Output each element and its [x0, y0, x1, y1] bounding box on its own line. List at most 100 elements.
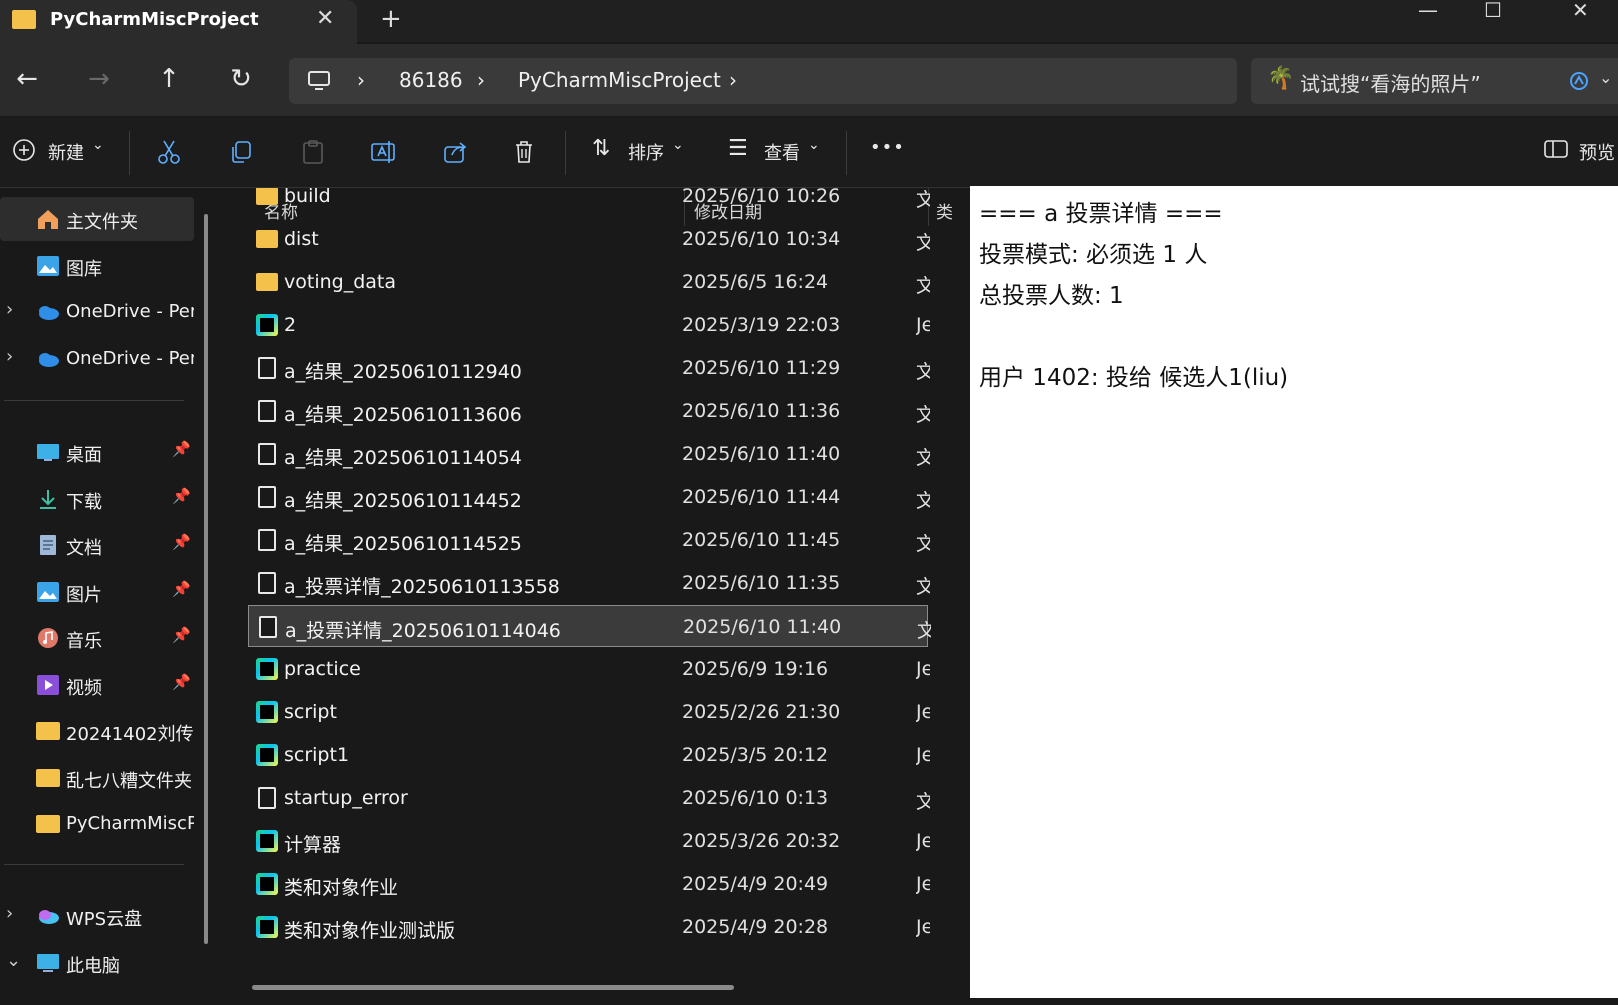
table-row[interactable]: 2 2025/3/19 22:03 Je	[248, 304, 930, 346]
sort-icon: ⇅	[592, 136, 611, 161]
preview-pane-icon	[1544, 140, 1568, 158]
sidebar-item-onedrive-2[interactable]: › OneDrive - Per	[0, 337, 194, 381]
file-date: 2025/6/10 11:29	[682, 357, 841, 379]
close-window-button[interactable]: ✕	[1572, 0, 1589, 22]
delete-icon[interactable]	[512, 139, 536, 165]
sidebar-item-label: WPS云盘	[66, 909, 143, 930]
paste-icon[interactable]	[300, 139, 326, 165]
file-type: Je	[916, 916, 930, 938]
tab-pycharmmiscproject[interactable]: PyCharmMiscProject ✕	[0, 0, 357, 44]
breadcrumb-86186[interactable]: 86186	[399, 68, 463, 92]
file-type: 文	[916, 447, 930, 469]
table-row[interactable]: a_结果_20250610114054 2025/6/10 11:40 文	[248, 433, 930, 475]
pin-icon[interactable]: 📌	[172, 673, 191, 691]
folder-icon	[256, 273, 278, 291]
file-type: Je	[916, 744, 930, 766]
forward-button[interactable]: →	[84, 64, 114, 94]
new-tab-button[interactable]: +	[380, 4, 402, 34]
table-row[interactable]: voting_data 2025/6/5 16:24 文	[248, 261, 930, 303]
breadcrumb-pycharmmiscproject[interactable]: PyCharmMiscProject	[518, 68, 721, 92]
table-row[interactable]: practice 2025/6/9 19:16 Je	[248, 648, 930, 690]
pin-icon[interactable]: 📌	[172, 533, 191, 551]
file-list: 名称 ⌃ 修改日期 类 build 2025/6/10 10:26 文 dist 202…	[224, 188, 952, 1005]
sidebar-item-folder-20241402[interactable]: 20241402刘传	[0, 709, 194, 753]
file-date: 2025/3/26 20:32	[682, 830, 841, 852]
chevron-right-icon[interactable]: ›	[6, 903, 13, 924]
pin-icon[interactable]: 📌	[172, 487, 191, 505]
copilot-icon[interactable]	[1568, 70, 1590, 92]
pin-icon[interactable]: 📌	[172, 440, 191, 458]
chevron-down-icon[interactable]: ⌄	[6, 950, 21, 971]
monitor-icon	[308, 71, 330, 90]
up-button[interactable]: ↑	[154, 64, 184, 94]
table-row[interactable]: a_结果_20250610112940 2025/6/10 11:29 文	[248, 347, 930, 389]
sidebar-item-onedrive-1[interactable]: › OneDrive - Per	[0, 290, 194, 334]
table-row[interactable]: script1 2025/3/5 20:12 Je	[248, 734, 930, 776]
pin-icon[interactable]: 📌	[172, 626, 191, 644]
table-row[interactable]: a_结果_20250610113606 2025/6/10 11:36 文	[248, 390, 930, 432]
folder-icon	[256, 230, 278, 248]
chevron-right-icon[interactable]: ›	[6, 299, 13, 320]
file-type: 文	[916, 361, 930, 383]
more-options-button[interactable]: •••	[870, 137, 905, 158]
plus-circle-icon	[13, 139, 35, 161]
sidebar-item-music[interactable]: 音乐 📌	[0, 616, 194, 660]
file-name: a_投票详情_20250610114046	[285, 620, 561, 642]
sidebar-item-downloads[interactable]: 下载 📌	[0, 477, 194, 521]
back-button[interactable]: ←	[12, 64, 42, 94]
table-row[interactable]: a_投票详情_20250610113558 2025/6/10 11:35 文	[248, 562, 930, 604]
text-file-icon	[258, 787, 276, 809]
table-row[interactable]: a_投票详情_20250610114046 2025/6/10 11:40 文	[248, 605, 931, 647]
sidebar-scrollbar[interactable]	[204, 214, 208, 944]
chevron-right-icon[interactable]: ›	[6, 346, 13, 367]
sidebar-item-home[interactable]: 主文件夹	[0, 197, 194, 241]
column-type-header[interactable]: 类	[936, 198, 952, 223]
sidebar-item-documents[interactable]: 文档 📌	[0, 523, 194, 567]
chevron-down-icon[interactable]: ⌄	[1599, 68, 1612, 87]
list-view-icon: ☰	[728, 136, 748, 161]
text-file-icon	[258, 529, 276, 551]
file-name: a_结果_20250610112940	[284, 361, 522, 383]
file-name: a_结果_20250610114054	[284, 447, 522, 469]
pin-icon[interactable]: 📌	[172, 580, 191, 598]
sidebar-item-folder-misc[interactable]: 乱七八糟文件夹	[0, 756, 194, 800]
table-row[interactable]: a_结果_20250610114525 2025/6/10 11:45 文	[248, 519, 930, 561]
text-file-icon	[259, 616, 277, 638]
minimize-button[interactable]: —	[1418, 0, 1438, 22]
pycharm-icon	[256, 701, 278, 723]
sidebar-item-folder-pycharm[interactable]: PyCharmMiscP	[0, 802, 194, 846]
table-row[interactable]: 计算器 2025/3/26 20:32 Je	[248, 820, 930, 862]
rename-icon[interactable]	[370, 139, 398, 165]
close-tab-icon[interactable]: ✕	[316, 6, 334, 31]
maximize-button[interactable]: ☐	[1484, 0, 1502, 22]
sidebar-item-this-pc[interactable]: ⌄ 此电脑	[0, 941, 194, 985]
file-name: a_结果_20250610113606	[284, 404, 522, 426]
copy-icon[interactable]	[228, 139, 254, 165]
file-type: Je	[916, 314, 930, 336]
table-row[interactable]: a_结果_20250610114452 2025/6/10 11:44 文	[248, 476, 930, 518]
preview-line: === a 投票详情 ===	[979, 201, 1223, 227]
tab-title: PyCharmMiscProject	[50, 9, 259, 30]
table-row[interactable]: startup_error 2025/6/10 0:13 文	[248, 777, 930, 819]
table-row[interactable]: 类和对象作业测试版 2025/4/9 20:28 Je	[248, 906, 930, 948]
share-icon[interactable]	[442, 139, 468, 165]
sort-label: 排序	[628, 143, 664, 164]
table-row[interactable]: build 2025/6/10 10:26 文	[248, 188, 930, 217]
chevron-down-icon: ⌄	[808, 137, 820, 153]
sidebar-item-label: 图库	[66, 259, 102, 280]
table-row[interactable]: dist 2025/6/10 10:34 文	[248, 218, 930, 260]
sidebar-item-desktop[interactable]: 桌面 📌	[0, 430, 194, 474]
address-bar[interactable]: › 86186 › PyCharmMiscProject ›	[289, 58, 1237, 104]
file-type: 文	[916, 791, 930, 813]
refresh-button[interactable]: ↻	[226, 64, 256, 94]
sidebar-item-gallery[interactable]: 图库	[0, 244, 194, 288]
sidebar-item-wps[interactable]: › WPS云盘	[0, 894, 194, 938]
sidebar-item-pictures[interactable]: 图片 📌	[0, 570, 194, 614]
table-row[interactable]: 类和对象作业 2025/4/9 20:49 Je	[248, 863, 930, 905]
cut-icon[interactable]	[156, 139, 182, 165]
table-row[interactable]: script 2025/2/26 21:30 Je	[248, 691, 930, 733]
sidebar-item-videos[interactable]: 视频 📌	[0, 663, 194, 707]
sidebar-item-label: 乱七八糟文件夹	[66, 771, 192, 792]
file-list-horizontal-scrollbar[interactable]	[252, 985, 734, 990]
search-box[interactable]: 🌴 试试搜“看海的照片” ⌄	[1251, 58, 1618, 104]
